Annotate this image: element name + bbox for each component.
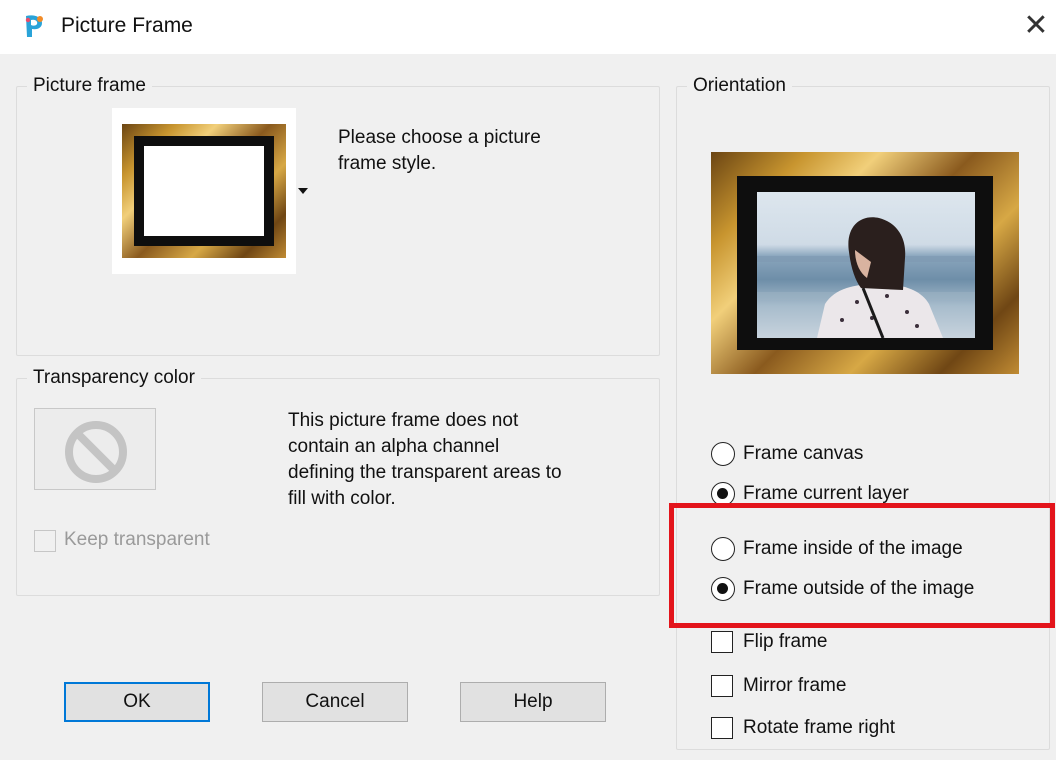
message-line-2: contain an alpha channel (288, 436, 500, 457)
frame-instruction-text: Please choose a picture frame style. (338, 125, 541, 177)
ok-button[interactable]: OK (64, 682, 210, 722)
flip-frame-checkbox[interactable] (711, 631, 733, 653)
transparency-group-label: Transparency color (27, 367, 201, 389)
rotate-frame-right-checkbox[interactable] (711, 717, 733, 739)
instruction-line-2: frame style. (338, 153, 437, 174)
mirror-frame-checkbox[interactable] (711, 675, 733, 697)
cancel-button[interactable]: Cancel (262, 682, 408, 722)
radio-selected-dot (717, 488, 728, 499)
alpha-channel-message: This picture frame does not contain an a… (288, 408, 562, 512)
message-line-3: defining the transparent areas to (288, 462, 562, 483)
close-button[interactable]: ✕ (1018, 8, 1054, 44)
frame-canvas-label: Frame canvas (743, 443, 864, 464)
picture-frame-group-label: Picture frame (27, 75, 152, 97)
woman-by-sea-photo (757, 217, 975, 338)
transparency-color-swatch (34, 408, 156, 490)
highlight-annotation (669, 503, 1055, 628)
help-button[interactable]: Help (460, 682, 606, 722)
close-icon: ✕ (1023, 9, 1049, 42)
orientation-group-label: Orientation (687, 75, 792, 97)
title-bar: Picture Frame ✕ (0, 0, 1056, 54)
frame-thumbnail-opening (144, 146, 264, 236)
window-title: Picture Frame (61, 14, 193, 37)
orientation-preview-photo (757, 192, 975, 338)
keep-transparent-checkbox[interactable] (34, 530, 56, 552)
message-line-4: fill with color. (288, 488, 396, 509)
no-symbol-icon (65, 421, 127, 483)
frame-current-layer-label: Frame current layer (743, 483, 909, 504)
frame-canvas-radio[interactable] (711, 442, 735, 466)
rotate-frame-right-label: Rotate frame right (743, 717, 896, 738)
flip-frame-label: Flip frame (743, 631, 828, 652)
keep-transparent-label: Keep transparent (64, 529, 210, 550)
frame-style-dropdown-arrow[interactable] (298, 188, 308, 194)
instruction-line-1: Please choose a picture (338, 127, 541, 148)
message-line-1: This picture frame does not (288, 410, 519, 431)
frame-style-selector[interactable] (112, 108, 296, 274)
mirror-frame-label: Mirror frame (743, 675, 847, 696)
paintshop-app-icon (25, 15, 43, 37)
